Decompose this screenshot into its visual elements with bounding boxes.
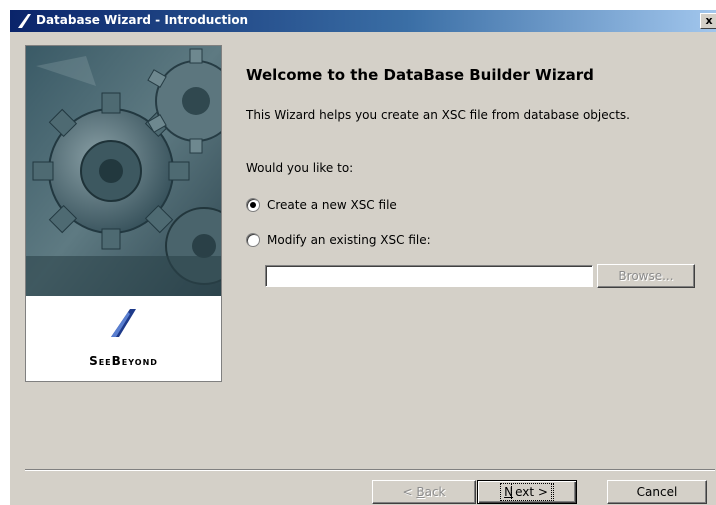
back-prefix: < [402, 485, 417, 499]
gears-image [26, 46, 221, 296]
option-modify-existing[interactable]: Modify an existing XSC file: [246, 231, 431, 249]
page-title: Welcome to the DataBase Builder Wizard [246, 66, 594, 84]
cancel-button[interactable]: Cancel [607, 480, 707, 504]
back-button[interactable]: < Back [372, 480, 476, 504]
browse-button[interactable]: Browse... [597, 264, 695, 288]
xsc-file-path-input[interactable] [265, 265, 593, 287]
close-icon: x [705, 14, 713, 27]
next-button-label: Next > [500, 483, 554, 501]
next-button[interactable]: Next > [477, 480, 577, 504]
seebeyond-logo-icon [111, 309, 136, 337]
next-mnemonic: N [504, 485, 514, 499]
wizard-description: This Wizard helps you create an XSC file… [246, 108, 630, 122]
cancel-button-label: Cancel [636, 485, 678, 499]
radio-create-new[interactable] [246, 198, 260, 212]
option-create-new[interactable]: Create a new XSC file [246, 196, 397, 214]
window-title: Database Wizard - Introduction [36, 13, 249, 27]
question-label: Would you like to: [246, 161, 354, 175]
title-bar: Database Wizard - Introduction x [10, 10, 716, 32]
back-rest: ack [424, 485, 446, 499]
next-rest: ext > [511, 483, 552, 501]
seebeyond-logo-icon [18, 14, 31, 28]
option-modify-existing-label: Modify an existing XSC file: [267, 233, 431, 247]
radio-modify-existing[interactable] [246, 233, 260, 247]
browse-button-label: Browse... [618, 269, 674, 283]
brand-name: SeeBeyond [89, 354, 158, 368]
wizard-dialog: Database Wizard - Introduction x SeeBeyo… [10, 10, 716, 505]
side-panel: SeeBeyond [25, 45, 222, 382]
close-button[interactable]: x [700, 13, 716, 29]
button-separator [25, 469, 715, 471]
option-create-new-label: Create a new XSC file [267, 198, 397, 212]
back-mnemonic: B [416, 485, 425, 499]
